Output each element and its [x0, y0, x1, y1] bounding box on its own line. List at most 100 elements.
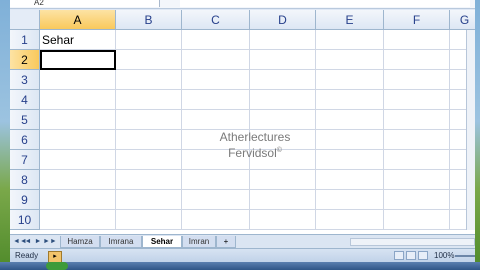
cell-b10[interactable]: [116, 210, 182, 230]
cell-d5[interactable]: [250, 110, 316, 130]
column-header-g[interactable]: G: [450, 10, 475, 30]
cell-d4[interactable]: [250, 90, 316, 110]
cell-c4[interactable]: [182, 90, 250, 110]
cell-b4[interactable]: [116, 90, 182, 110]
cell-b5[interactable]: [116, 110, 182, 130]
cell-b1[interactable]: [116, 30, 182, 50]
column-header-f[interactable]: F: [384, 10, 450, 30]
cell-a6[interactable]: [40, 130, 116, 150]
cell-f10[interactable]: [384, 210, 450, 230]
cell-f3[interactable]: [384, 70, 450, 90]
select-all-corner[interactable]: [10, 10, 40, 30]
macro-record-icon[interactable]: ▸: [48, 251, 62, 262]
cell-d2[interactable]: [250, 50, 316, 70]
cell-e6[interactable]: [316, 130, 384, 150]
row-header-7[interactable]: 7: [10, 150, 40, 170]
cell-e2[interactable]: [316, 50, 384, 70]
cell-f4[interactable]: [384, 90, 450, 110]
cell-e1[interactable]: [316, 30, 384, 50]
cell-b7[interactable]: [116, 150, 182, 170]
cell-d3[interactable]: [250, 70, 316, 90]
cell-d10[interactable]: [250, 210, 316, 230]
cell-a1[interactable]: Sehar: [40, 30, 116, 50]
sheet-tab-imran[interactable]: Imran: [182, 236, 216, 248]
row-header-1[interactable]: 1: [10, 30, 40, 50]
cell-c2[interactable]: [182, 50, 250, 70]
horizontal-scrollbar[interactable]: [350, 238, 475, 246]
column-header-b[interactable]: B: [116, 10, 182, 30]
normal-view-button[interactable]: [394, 251, 404, 260]
cell-d9[interactable]: [250, 190, 316, 210]
cell-c10[interactable]: [182, 210, 250, 230]
start-button[interactable]: [46, 262, 68, 270]
page-break-view-button[interactable]: [418, 251, 428, 260]
column-header-d[interactable]: D: [250, 10, 316, 30]
cell-c3[interactable]: [182, 70, 250, 90]
cell-c6[interactable]: [182, 130, 250, 150]
cell-c7[interactable]: [182, 150, 250, 170]
cell-c9[interactable]: [182, 190, 250, 210]
cell-d7[interactable]: [250, 150, 316, 170]
taskbar: [0, 262, 480, 270]
cell-e8[interactable]: [316, 170, 384, 190]
row-header-6[interactable]: 6: [10, 130, 40, 150]
cell-b3[interactable]: [116, 70, 182, 90]
column-header-a[interactable]: A: [40, 10, 116, 30]
cell-f9[interactable]: [384, 190, 450, 210]
cell-c1[interactable]: [182, 30, 250, 50]
formula-bar: A2: [10, 0, 475, 9]
cell-a5[interactable]: [40, 110, 116, 130]
next-sheet-button[interactable]: ►: [34, 237, 42, 246]
page-layout-view-button[interactable]: [406, 251, 416, 260]
row-header-10[interactable]: 10: [10, 210, 40, 230]
cell-a10[interactable]: [40, 210, 116, 230]
cell-e5[interactable]: [316, 110, 384, 130]
cell-b8[interactable]: [116, 170, 182, 190]
row-header-3[interactable]: 3: [10, 70, 40, 90]
cell-e10[interactable]: [316, 210, 384, 230]
cell-a7[interactable]: [40, 150, 116, 170]
cell-e4[interactable]: [316, 90, 384, 110]
cell-e3[interactable]: [316, 70, 384, 90]
cell-e7[interactable]: [316, 150, 384, 170]
cell-d8[interactable]: [250, 170, 316, 190]
row-header-9[interactable]: 9: [10, 190, 40, 210]
insert-worksheet-icon[interactable]: +: [216, 236, 236, 248]
cell-a4[interactable]: [40, 90, 116, 110]
cell-a9[interactable]: [40, 190, 116, 210]
sheet-tab-imrana[interactable]: Imrana: [100, 236, 142, 248]
row-header-4[interactable]: 4: [10, 90, 40, 110]
cell-f5[interactable]: [384, 110, 450, 130]
row-header-2[interactable]: 2: [10, 50, 40, 70]
cell-b9[interactable]: [116, 190, 182, 210]
sheet-tab-hamza[interactable]: Hamza: [60, 236, 100, 248]
last-sheet-button[interactable]: ►►: [43, 237, 57, 246]
cell-d1[interactable]: [250, 30, 316, 50]
cell-a8[interactable]: [40, 170, 116, 190]
cell-f8[interactable]: [384, 170, 450, 190]
active-cell-a2[interactable]: [40, 50, 116, 70]
sheet-tab-sehar[interactable]: Sehar: [142, 236, 182, 248]
vertical-scrollbar[interactable]: [466, 30, 475, 230]
previous-sheet-button[interactable]: ◄: [24, 237, 32, 246]
cell-d6[interactable]: [250, 130, 316, 150]
cell-e9[interactable]: [316, 190, 384, 210]
name-box[interactable]: A2: [10, 0, 160, 7]
column-header-e[interactable]: E: [316, 10, 384, 30]
column-header-c[interactable]: C: [182, 10, 250, 30]
cell-b6[interactable]: [116, 130, 182, 150]
cell-f2[interactable]: [384, 50, 450, 70]
cell-f7[interactable]: [384, 150, 450, 170]
cell-c5[interactable]: [182, 110, 250, 130]
zoom-slider[interactable]: [455, 255, 475, 257]
zoom-level[interactable]: 100%: [434, 250, 454, 262]
cell-f6[interactable]: [384, 130, 450, 150]
cell-a3[interactable]: [40, 70, 116, 90]
cell-f1[interactable]: [384, 30, 450, 50]
row-header-8[interactable]: 8: [10, 170, 40, 190]
row-header-5[interactable]: 5: [10, 110, 40, 130]
first-sheet-button[interactable]: ◄◄: [13, 237, 27, 246]
cell-b2[interactable]: [116, 50, 182, 70]
formula-input[interactable]: [180, 0, 470, 7]
cell-c8[interactable]: [182, 170, 250, 190]
